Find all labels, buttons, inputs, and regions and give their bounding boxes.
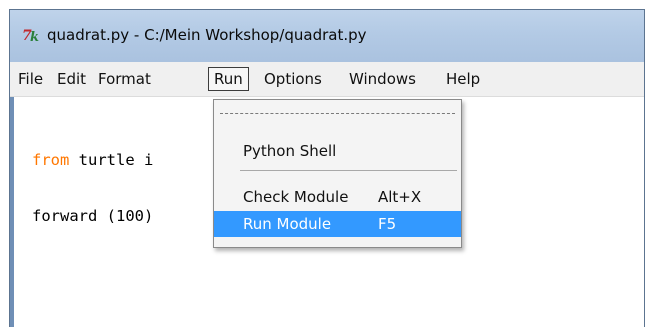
code-text: forward (100) [32, 207, 154, 225]
menu-file[interactable]: File [13, 67, 48, 91]
idle-logo-icon: 7 k [22, 28, 39, 43]
title-bar: 7 k quadrat.py - C:/Mein Workshop/quadra… [10, 10, 644, 62]
idle-editor-window: 7 k quadrat.py - C:/Mein Workshop/quadra… [9, 9, 645, 327]
menu-bar: File Edit Format Run Options Windows Hel… [10, 62, 644, 97]
menu-item-label: Run Module [243, 215, 332, 233]
menu-item-check-module[interactable]: Check Module Alt+X [214, 184, 461, 210]
menu-tearoff-line[interactable] [220, 113, 455, 114]
menu-help[interactable]: Help [441, 67, 485, 91]
menu-options[interactable]: Options [259, 67, 327, 91]
menu-format[interactable]: Format [93, 67, 156, 91]
menu-item-accelerator: Alt+X [378, 188, 422, 206]
window-title: quadrat.py - C:/Mein Workshop/quadrat.py [47, 26, 367, 44]
code-text: turtle i [69, 151, 154, 169]
menu-windows[interactable]: Windows [344, 67, 421, 91]
menu-separator [240, 170, 457, 171]
editor-left-border [10, 97, 14, 327]
svg-text:k: k [30, 30, 39, 43]
menu-item-label: Python Shell [243, 142, 337, 160]
code-line: forward (100) [32, 207, 153, 225]
menu-run[interactable]: Run [208, 67, 249, 91]
menu-item-python-shell[interactable]: Python Shell [214, 138, 461, 164]
menu-edit[interactable]: Edit [52, 67, 91, 91]
menu-item-run-module[interactable]: Run Module F5 [214, 211, 461, 237]
run-menu-dropdown: Python Shell Check Module Alt+X Run Modu… [213, 99, 462, 248]
menu-item-label: Check Module [243, 188, 349, 206]
code-keyword: from [32, 151, 70, 169]
menu-item-accelerator: F5 [378, 215, 397, 233]
code-line: from turtle i [32, 151, 153, 169]
